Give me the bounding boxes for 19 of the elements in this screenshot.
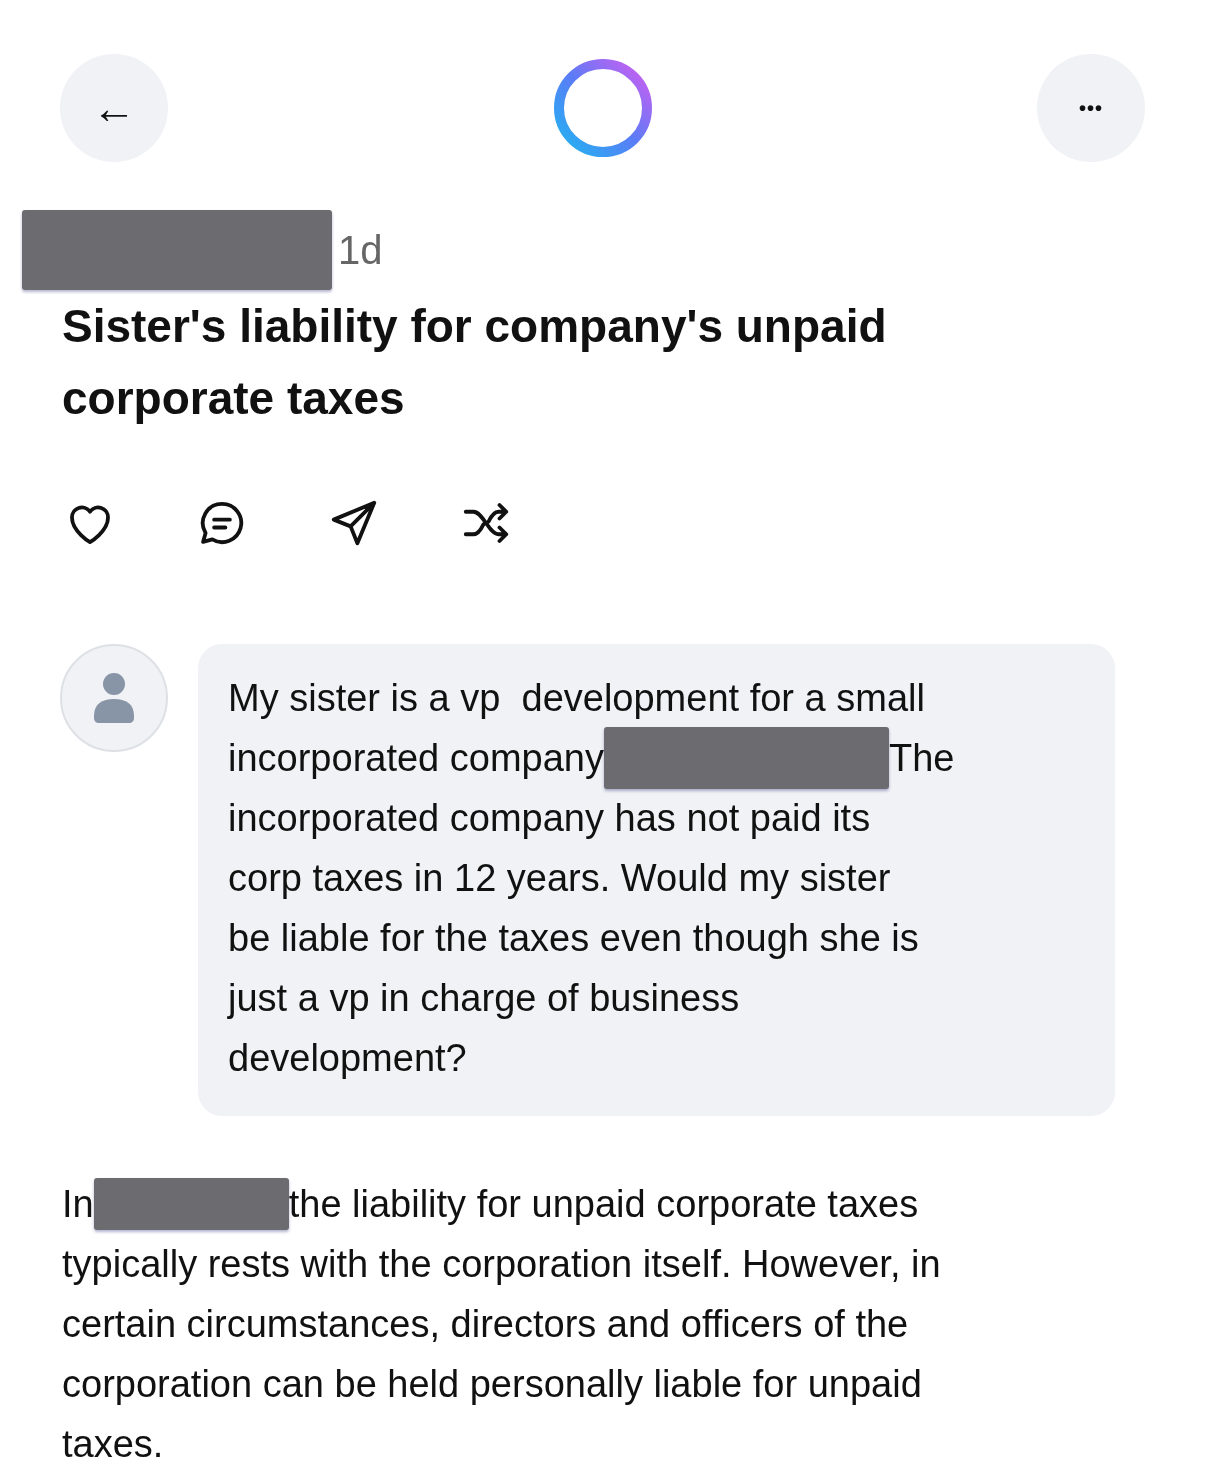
question-text: My sister is a vp development for a small [228,676,925,721]
question-text: incorporated company [228,736,604,781]
answer-text: typically rests with the corporation itself. However, in [62,1242,941,1287]
question-text: corp taxes in 12 years. Would my sister [228,856,891,901]
answer-text: certain circumstances, directors and officers of the [62,1302,909,1347]
question-text: incorporated company has not paid its [228,796,871,841]
back-button[interactable]: ← [60,54,168,162]
more-button[interactable]: ••• [1037,54,1145,162]
question-text: just a vp in charge of business [228,976,740,1021]
post-title: Sister's liability for company's unpaid corporate taxes [62,299,888,426]
answer-text: taxes. [62,1422,164,1467]
question-text: be liable for the taxes even though she is [228,916,919,961]
answer-text: corporation can be held personally liable for unpaid [62,1362,922,1407]
post-age: 1d [338,227,383,273]
answer-text: the liability for unpaid corporate taxes [288,1182,919,1227]
answer-text: In [62,1182,94,1227]
person-silhouette-icon [92,672,136,724]
question-text: development? [228,1036,467,1081]
question-text: The [889,736,955,781]
